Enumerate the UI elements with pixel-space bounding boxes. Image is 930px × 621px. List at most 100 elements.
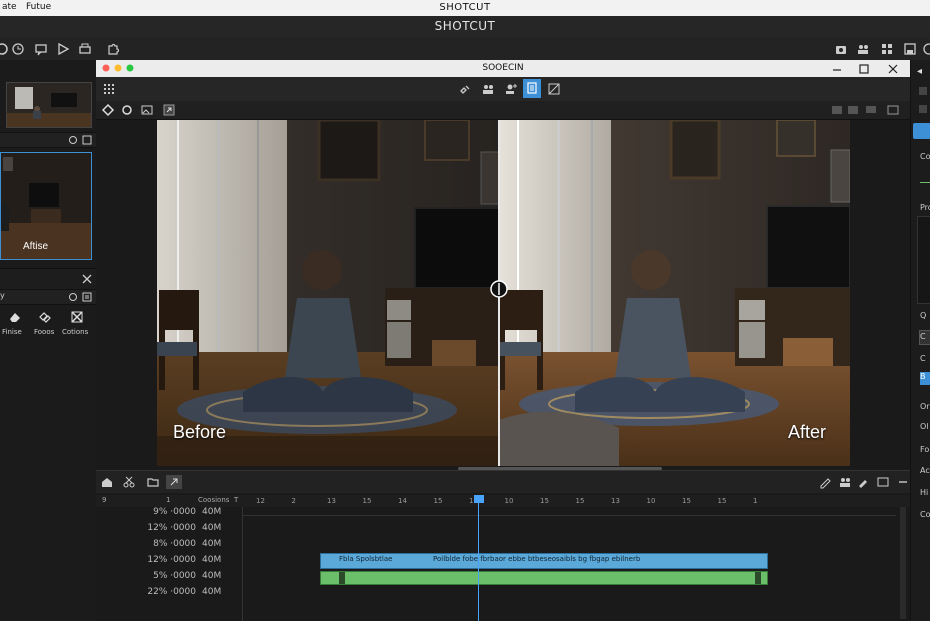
chat-icon[interactable]	[34, 42, 48, 56]
list-icon[interactable]	[80, 290, 94, 304]
right-item: Pro	[920, 203, 930, 212]
ruler-tick: 15	[433, 497, 443, 505]
scissors-icon[interactable]	[122, 475, 136, 489]
ruler-tick: 13	[611, 497, 620, 505]
brush-icon[interactable]	[856, 475, 870, 489]
right-item[interactable]: Ac	[920, 466, 930, 475]
timeline-toolbar	[96, 471, 910, 493]
grid-icon[interactable]	[880, 42, 894, 56]
track-header[interactable]: 5% ·0000 40M	[96, 571, 242, 587]
image-icon[interactable]	[846, 103, 860, 117]
preview-window-title: SOOECIN	[482, 63, 524, 73]
thumb-caption: Aftise	[23, 241, 49, 252]
ruler-tick: 15	[575, 497, 585, 505]
camera-icon[interactable]	[834, 42, 848, 56]
clip-handle[interactable]	[755, 572, 761, 584]
video-clip[interactable]: Fbla Spolsbtlae Poilblde fobe fbrbaor eb…	[320, 553, 768, 569]
checkbox[interactable]	[919, 105, 927, 113]
home-icon[interactable]	[100, 475, 114, 489]
chain-icon	[38, 310, 52, 324]
users-icon[interactable]	[481, 82, 495, 96]
right-item[interactable]: C	[920, 354, 926, 363]
export-icon[interactable]	[162, 103, 176, 117]
track-size: 40M	[202, 523, 222, 533]
right-item[interactable]: Hi	[920, 488, 928, 497]
playhead-handle[interactable]	[474, 495, 484, 503]
snapshot-icon[interactable]	[830, 103, 844, 117]
circle-icon[interactable]	[66, 133, 80, 147]
print-icon[interactable]	[78, 42, 92, 56]
circle-icon[interactable]	[120, 103, 134, 117]
ruler-tick: 2	[291, 497, 296, 505]
filter-tool-finise[interactable]: Finise	[2, 310, 32, 340]
accent-button[interactable]	[913, 123, 930, 139]
track-header[interactable]: 12% ·0000 40M	[96, 555, 242, 571]
power-icon[interactable]	[922, 42, 930, 56]
right-panel: ◂ Co Pro Q C C B Or Ol Fo Ac Hi Co	[910, 60, 930, 620]
timeline-scrollbar[interactable]	[900, 507, 906, 619]
window-icon[interactable]	[876, 475, 890, 489]
document-view-button[interactable]	[523, 79, 541, 98]
right-item[interactable]: Co	[920, 510, 930, 519]
right-item[interactable]: Fo	[920, 445, 929, 454]
right-item-box[interactable]: C	[919, 330, 930, 345]
track-header[interactable]: 22% ·0000 40M	[96, 587, 242, 603]
puzzle-icon[interactable]	[106, 42, 120, 56]
track-value: 12% ·0000	[147, 523, 196, 533]
video-viewer[interactable]: Before After	[157, 120, 850, 466]
scroll-arrow-icon[interactable]: ◂	[917, 66, 922, 77]
right-item[interactable]: Or	[920, 402, 930, 411]
ruler-tick: 15	[540, 497, 549, 505]
filter-tool-cotions[interactable]: Cotions	[62, 310, 96, 340]
minimize-icon[interactable]	[830, 62, 844, 76]
audio-clip[interactable]	[320, 571, 768, 585]
right-item[interactable]: Q	[920, 311, 926, 320]
checkbox[interactable]	[919, 87, 927, 95]
track-header[interactable]: 9% ·0000 40M	[96, 507, 242, 523]
circle-icon[interactable]	[66, 290, 80, 304]
folder-icon[interactable]	[146, 475, 160, 489]
person-add-icon[interactable]	[504, 82, 518, 96]
selected-clip-thumbnail[interactable]: Aftise	[0, 152, 92, 260]
track-header[interactable]: 8% ·0000 40M	[96, 539, 242, 555]
right-item-accent[interactable]: B	[920, 372, 930, 385]
right-item[interactable]: Co	[920, 152, 930, 161]
export-button[interactable]	[166, 475, 182, 489]
document-icon	[525, 81, 539, 95]
close-icon[interactable]	[80, 272, 94, 286]
filter-tool-fooos[interactable]: Fooos	[34, 310, 64, 340]
maximize-icon[interactable]	[857, 62, 871, 76]
image-icon[interactable]	[140, 103, 154, 117]
track-header[interactable]: 12% ·0000 40M	[96, 523, 242, 539]
clock-icon[interactable]	[11, 42, 25, 56]
timeline-ruler[interactable]: 1221315141515101515131015151	[242, 495, 896, 519]
close-icon[interactable]	[886, 62, 900, 76]
track-size: 40M	[202, 587, 222, 597]
before-frame: Before	[157, 120, 499, 466]
minus-icon[interactable]	[896, 475, 910, 489]
split-handle[interactable]	[489, 279, 509, 299]
ruler-tick: 15	[717, 497, 727, 505]
grid-icon[interactable]	[102, 82, 116, 96]
filter-subheader-y: y	[0, 291, 5, 300]
keyframe-icon[interactable]	[101, 103, 115, 117]
track-size: 40M	[202, 571, 222, 581]
users-icon[interactable]	[856, 42, 870, 56]
users-icon[interactable]	[838, 475, 852, 489]
source-thumbnail[interactable]	[6, 82, 92, 128]
playhead[interactable]	[478, 501, 479, 621]
right-item[interactable]: Ol	[920, 422, 929, 431]
header-col: 1	[166, 496, 171, 504]
clip-handle[interactable]	[339, 572, 345, 584]
save-icon[interactable]	[903, 42, 917, 56]
pen-icon[interactable]	[818, 475, 832, 489]
play-icon[interactable]	[56, 42, 70, 56]
screen-icon[interactable]	[864, 103, 878, 117]
window-icon[interactable]	[80, 133, 94, 147]
settings-icon[interactable]	[0, 42, 9, 56]
window-icon[interactable]	[886, 103, 900, 117]
link-icon[interactable]	[458, 82, 472, 96]
header-col: 9	[102, 496, 107, 504]
properties-box[interactable]	[917, 216, 930, 304]
compare-icon[interactable]	[547, 82, 561, 96]
